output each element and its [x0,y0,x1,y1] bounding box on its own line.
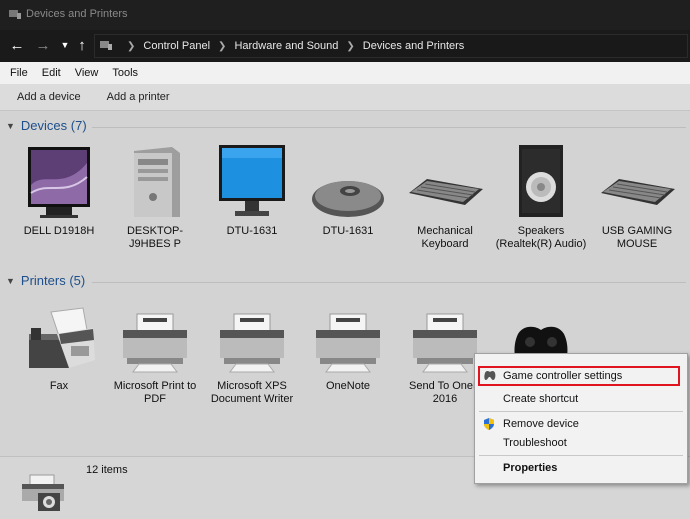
speaker-icon [493,141,589,219]
devices-heading: Devices (7) [20,118,87,133]
printer-label: Fax [49,380,69,392]
device-dtu-1631-display[interactable]: DTU-1631 [204,141,300,238]
device-keyboard[interactable]: Mechanical Keyboard [397,141,493,251]
breadcrumb-separator-icon: ❯ [346,40,355,52]
command-bar: Add a device Add a printer [0,84,690,111]
title-bar: Devices and Printers [0,0,690,30]
menu-view[interactable]: View [75,67,99,79]
troubleshoot-item[interactable]: Troubleshoot [503,437,567,449]
printer-label: Microsoft XPS Document Writer [210,380,294,405]
printer-icon [107,296,203,374]
printer-label: Microsoft Print to PDF [113,380,197,405]
game-controller-settings-item[interactable]: Game controller settings [503,370,622,382]
window-title: Devices and Printers [26,8,128,20]
monitor-icon [11,141,107,219]
device-speakers[interactable]: Speakers (Realtek(R) Audio) [493,141,589,251]
breadcrumb-separator-icon: ❯ [218,40,227,52]
group-divider [92,127,686,128]
properties-item[interactable]: Properties [503,462,557,474]
breadcrumb-devices-and-printers[interactable]: Devices and Printers [363,40,465,52]
mouse-icon [300,141,396,219]
up-arrow-icon[interactable]: ↑ [73,36,91,54]
device-label: DTU-1631 [322,225,374,237]
menu-edit[interactable]: Edit [42,67,61,79]
address-bar[interactable]: ❯ Control Panel ❯ Hardware and Sound ❯ D… [94,34,688,58]
menu-tools[interactable]: Tools [112,67,138,79]
device-dell-monitor[interactable]: DELL D1918H [11,141,107,238]
breadcrumb-separator-icon: ❯ [127,40,136,52]
monitor-icon [204,141,300,219]
breadcrumb-control-panel[interactable]: Control Panel [143,40,210,52]
menu-separator [479,411,683,412]
device-label: Mechanical Keyboard [417,225,473,250]
desktop-tower-icon [107,141,203,219]
control-panel-icon [99,39,113,54]
keyboard-icon [589,141,685,219]
printer-onenote[interactable]: OneNote [300,296,396,393]
device-label: Speakers (Realtek(R) Audio) [495,225,587,250]
context-menu: Game controller settings Create shortcut… [474,353,688,484]
remove-device-item[interactable]: Remove device [503,418,579,430]
recent-locations-chevron-icon[interactable]: ▼ [56,36,74,54]
printers-heading: Printers (5) [20,273,86,288]
printers-group-header[interactable]: ▼ Printers (5) [6,273,85,288]
add-device-button[interactable]: Add a device [17,91,81,103]
device-label: DESKTOP-J9HBES P [126,225,184,250]
printer-microsoft-print-to-pdf[interactable]: Microsoft Print to PDF [107,296,203,406]
printer-icon [204,296,300,374]
menu-separator [479,455,683,456]
menu-bar: File Edit View Tools [0,62,690,84]
devices-and-printers-icon [8,8,22,23]
fax-icon [11,296,107,374]
device-usb-gaming-mouse[interactable]: USB GAMING MOUSE [589,141,685,251]
device-label: USB GAMING MOUSE [601,225,673,250]
printer-label: OneNote [325,380,371,392]
gamepad-icon [483,369,497,384]
devices-group-header[interactable]: ▼ Devices (7) [6,118,87,133]
shield-icon [483,417,495,434]
printer-fax[interactable]: Fax [11,296,107,393]
device-label: DTU-1631 [226,225,278,237]
printer-icon [300,296,396,374]
add-printer-button[interactable]: Add a printer [107,91,170,103]
device-dtu-1631-mouse[interactable]: DTU-1631 [300,141,396,238]
group-divider [92,282,686,283]
printer-microsoft-xps-writer[interactable]: Microsoft XPS Document Writer [204,296,300,406]
breadcrumb-hardware-and-sound[interactable]: Hardware and Sound [234,40,338,52]
back-arrow-icon[interactable]: ← [8,36,26,54]
keyboard-icon [397,141,493,219]
create-shortcut-item[interactable]: Create shortcut [503,393,578,405]
device-desktop[interactable]: DESKTOP-J9HBES P [107,141,203,251]
printer-camera-icon [20,471,70,518]
item-count: 12 items [86,464,128,476]
forward-arrow-icon[interactable]: → [34,36,52,54]
collapse-chevron-icon[interactable]: ▼ [6,276,15,286]
device-label: DELL D1918H [23,225,95,237]
menu-file[interactable]: File [10,67,28,79]
navigation-bar: ← → ▼ ↑ ❯ Control Panel ❯ Hardware and S… [0,30,690,62]
collapse-chevron-icon[interactable]: ▼ [6,121,15,131]
